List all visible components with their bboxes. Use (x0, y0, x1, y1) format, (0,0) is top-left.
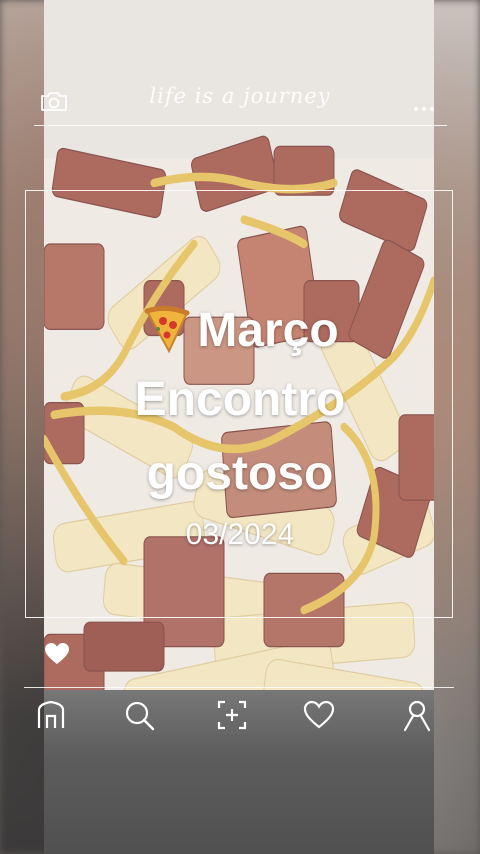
search-icon[interactable] (122, 698, 156, 732)
title-month: Março (197, 304, 339, 357)
bottom-divider (24, 687, 454, 688)
bottom-nav (0, 698, 480, 738)
post-date: 03/2024 (185, 518, 295, 551)
top-bar: life is a journey (0, 72, 480, 128)
title-line-1: Março (0, 304, 480, 359)
more-dots-icon[interactable] (414, 98, 440, 111)
heart-outline-icon[interactable] (302, 698, 336, 732)
profile-icon[interactable] (400, 698, 434, 732)
title-line-2: Encontro (134, 373, 346, 426)
pizza-icon (144, 306, 190, 354)
top-divider (34, 125, 447, 126)
title-line-3: gostoso (146, 447, 334, 500)
home-icon[interactable] (34, 698, 68, 732)
heart-filled-icon[interactable] (44, 642, 70, 666)
add-post-icon[interactable] (215, 698, 249, 732)
brand-title: life is a journey (149, 84, 331, 108)
